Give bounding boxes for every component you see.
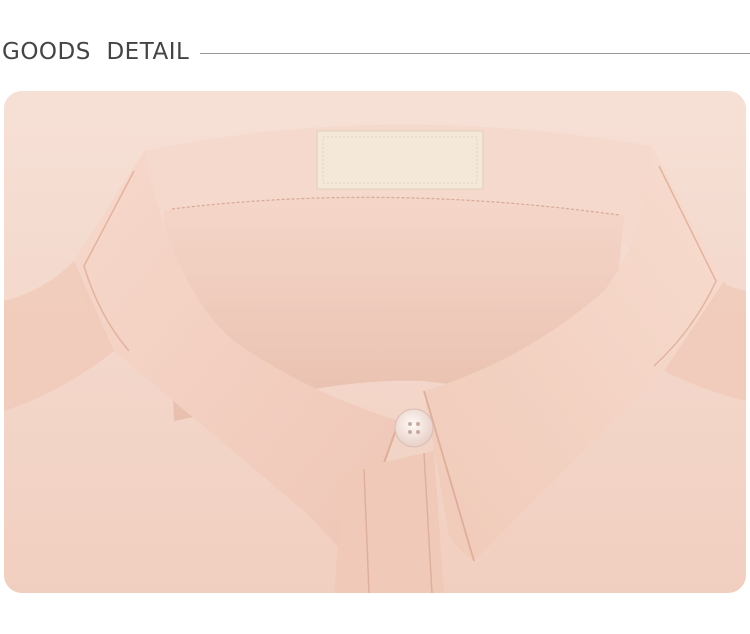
section-header: GOODS DETAIL bbox=[0, 32, 750, 72]
shirt-button bbox=[394, 408, 434, 448]
inner-label bbox=[316, 130, 484, 190]
shirt-collar-image bbox=[4, 91, 746, 593]
section-title: GOODS DETAIL bbox=[2, 39, 190, 65]
product-photo bbox=[4, 91, 746, 593]
header-divider bbox=[200, 53, 750, 54]
